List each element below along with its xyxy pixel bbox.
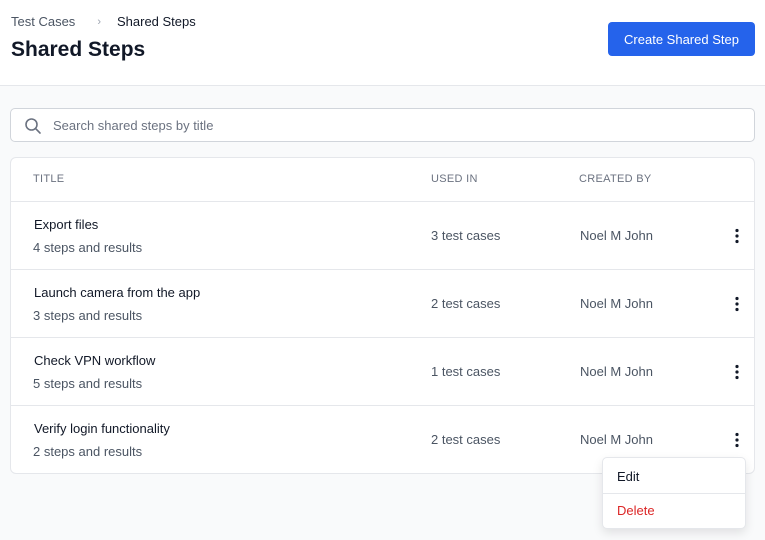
row-created-by: Noel M John — [580, 432, 653, 447]
search-icon — [25, 118, 41, 134]
breadcrumb: Test Cases › Shared Steps — [11, 14, 196, 29]
create-shared-step-button[interactable]: Create Shared Step — [608, 22, 755, 56]
row-subtitle: 4 steps and results — [33, 240, 143, 255]
row-title[interactable]: Export files — [34, 217, 98, 232]
breadcrumb-current: Shared Steps — [116, 14, 196, 29]
column-header-created-by: CREATED BY — [579, 173, 652, 185]
search-input[interactable] — [53, 110, 743, 140]
row-title[interactable]: Check VPN workflow — [34, 353, 155, 368]
more-vertical-icon[interactable] — [727, 226, 747, 246]
table-row[interactable]: Launch camera from the app 3 steps and r… — [11, 270, 754, 338]
row-used-in: 2 test cases — [431, 296, 501, 311]
row-subtitle: 5 steps and results — [33, 376, 143, 391]
column-header-title: TITLE — [33, 173, 65, 185]
shared-steps-table: TITLE USED IN CREATED BY Export files 4 … — [10, 157, 755, 474]
more-vertical-icon[interactable] — [727, 294, 747, 314]
search-box — [10, 108, 755, 142]
menu-item-edit[interactable]: Edit — [603, 460, 745, 494]
row-subtitle: 3 steps and results — [33, 308, 143, 323]
row-used-in: 2 test cases — [431, 432, 501, 447]
table-row[interactable]: Check VPN workflow 5 steps and results 1… — [11, 338, 754, 406]
row-actions-menu: Edit Delete — [602, 457, 746, 529]
menu-item-delete[interactable]: Delete — [603, 494, 745, 528]
row-used-in: 3 test cases — [431, 228, 501, 243]
more-vertical-icon[interactable] — [727, 430, 747, 450]
row-title[interactable]: Launch camera from the app — [34, 285, 200, 300]
breadcrumb-separator-icon: › — [97, 15, 101, 28]
more-vertical-icon[interactable] — [727, 362, 747, 382]
row-created-by: Noel M John — [580, 296, 653, 311]
row-created-by: Noel M John — [580, 364, 653, 379]
row-title[interactable]: Verify login functionality — [34, 421, 170, 436]
column-header-used-in: USED IN — [431, 173, 478, 185]
row-created-by: Noel M John — [580, 228, 653, 243]
page-title: Shared Steps — [11, 38, 146, 61]
row-subtitle: 2 steps and results — [33, 444, 143, 459]
table-row[interactable]: Export files 4 steps and results 3 test … — [11, 202, 754, 270]
table-header: TITLE USED IN CREATED BY — [11, 158, 754, 202]
breadcrumb-test-cases[interactable]: Test Cases — [11, 14, 75, 29]
row-used-in: 1 test cases — [431, 364, 501, 379]
page-header: Test Cases › Shared Steps Shared Steps C… — [0, 0, 765, 86]
